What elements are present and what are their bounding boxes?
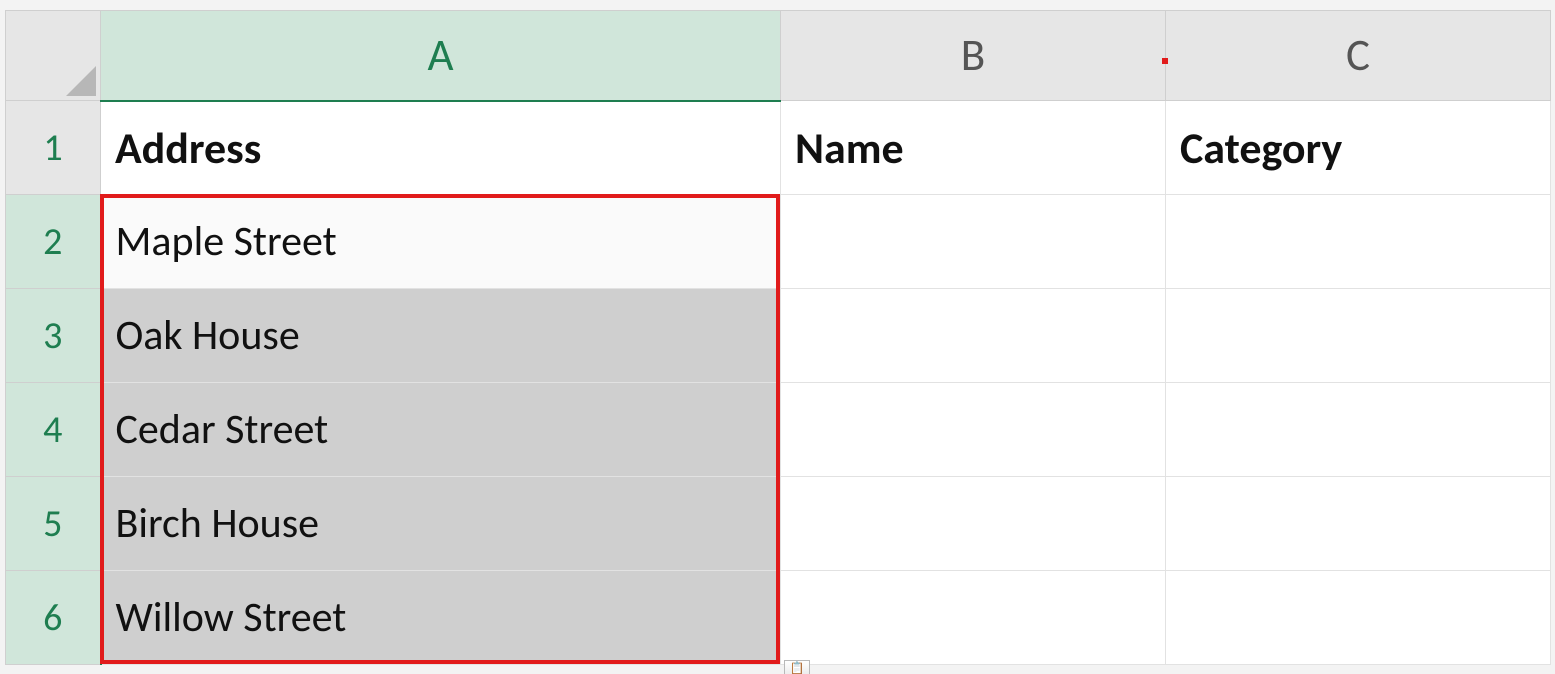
cell-C1[interactable]: Category — [1166, 101, 1551, 195]
row-header-6[interactable]: 6 — [6, 571, 101, 665]
cell-C5[interactable] — [1166, 477, 1551, 571]
row-header-1[interactable]: 1 — [6, 101, 101, 195]
cell-B6[interactable] — [781, 571, 1166, 665]
column-header-C[interactable]: C — [1166, 11, 1551, 101]
cell-A2[interactable]: Maple Street — [101, 195, 781, 289]
spreadsheet-grid: A B C 1 Address Name Category 2 Maple St… — [5, 10, 1551, 665]
cell-B4[interactable] — [781, 383, 1166, 477]
cell-B3[interactable] — [781, 289, 1166, 383]
cell-B5[interactable] — [781, 477, 1166, 571]
cell-A6[interactable]: Willow Street — [101, 571, 781, 665]
row-header-4[interactable]: 4 — [6, 383, 101, 477]
cell-C6[interactable] — [1166, 571, 1551, 665]
cell-C3[interactable] — [1166, 289, 1551, 383]
cell-A5[interactable]: Birch House — [101, 477, 781, 571]
column-header-A[interactable]: A — [101, 11, 781, 101]
cell-C2[interactable] — [1166, 195, 1551, 289]
row-header-5[interactable]: 5 — [6, 477, 101, 571]
row-header-3[interactable]: 3 — [6, 289, 101, 383]
select-all-corner[interactable] — [6, 11, 101, 101]
cell-B1[interactable]: Name — [781, 101, 1166, 195]
row-header-2[interactable]: 2 — [6, 195, 101, 289]
cell-C4[interactable] — [1166, 383, 1551, 477]
paste-options-icon[interactable]: 📋 — [784, 660, 810, 674]
cell-B2[interactable] — [781, 195, 1166, 289]
spreadsheet-viewport: A B C 1 Address Name Category 2 Maple St… — [0, 0, 1555, 674]
cell-A4[interactable]: Cedar Street — [101, 383, 781, 477]
cell-A1[interactable]: Address — [101, 101, 781, 195]
column-header-B[interactable]: B — [781, 11, 1166, 101]
cell-A3[interactable]: Oak House — [101, 289, 781, 383]
